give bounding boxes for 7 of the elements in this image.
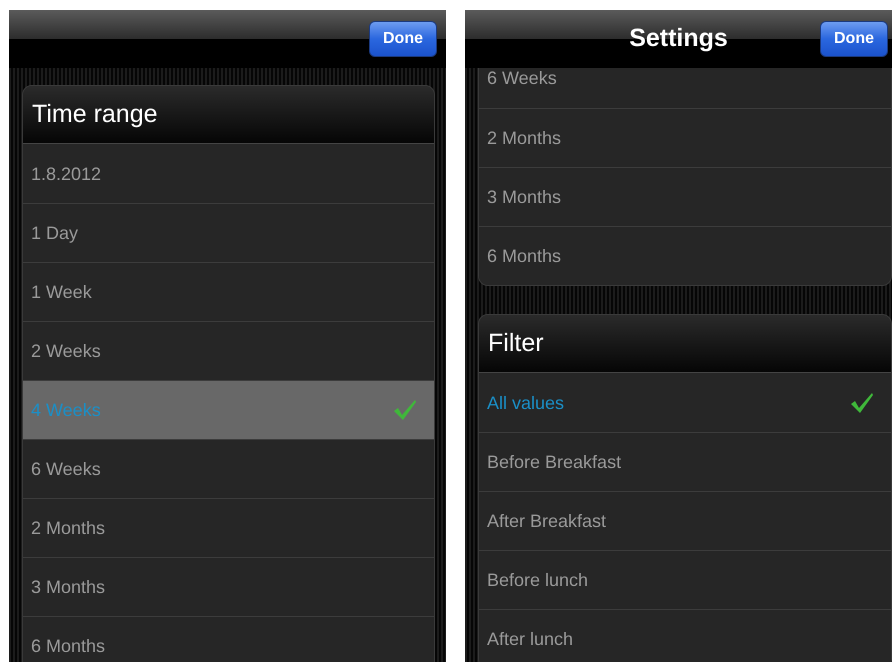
done-button[interactable]: Done [820,21,888,57]
list-row[interactable]: After lunch [479,609,891,662]
nav-title: Settings [629,23,728,54]
group-header: Filter [479,315,891,373]
list-row[interactable]: 6 Months [479,226,891,285]
group-header: Time range [23,86,434,144]
done-button[interactable]: Done [369,21,437,57]
